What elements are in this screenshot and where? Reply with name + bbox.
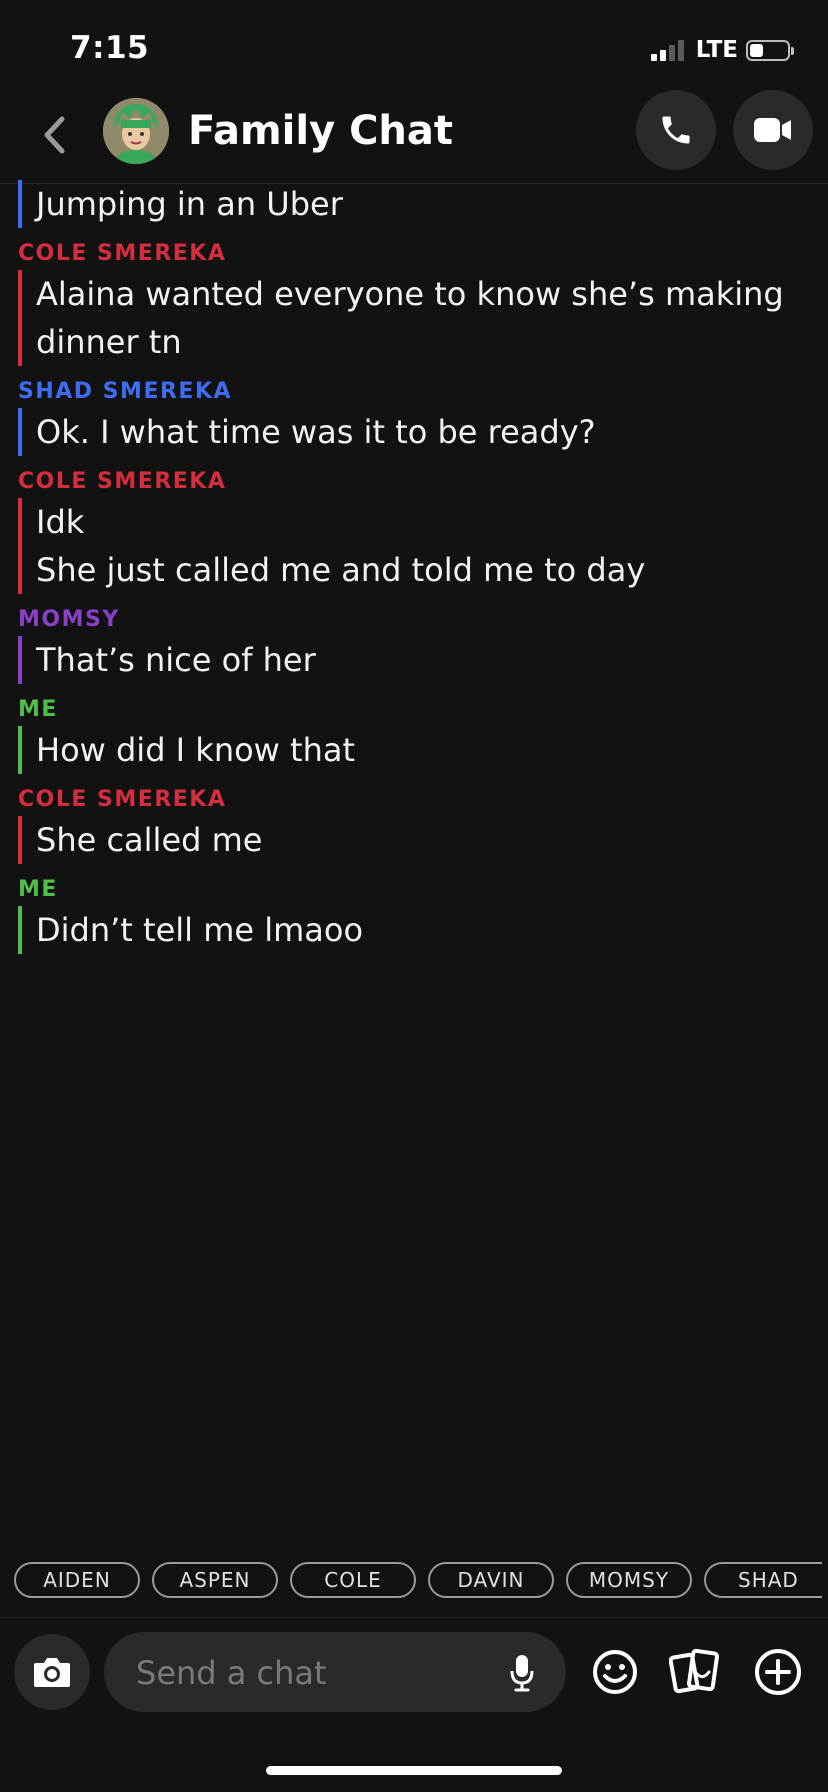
message-text: Didn’t tell me lmaoo [36, 911, 364, 949]
chat-header: Family Chat [0, 88, 828, 184]
message-text: She called me [36, 821, 263, 859]
message-group: ME How did I know that [0, 694, 828, 774]
plus-circle-icon [755, 1649, 801, 1695]
message-group: Jumping in an Uber [0, 180, 828, 228]
smiley-icon [593, 1650, 637, 1694]
sender-name: ME [18, 877, 58, 902]
message-bubble[interactable]: Alaina wanted everyone to know she’s mak… [18, 270, 828, 366]
bitmoji-avatar-icon [103, 98, 169, 164]
sender-name: COLE SMEREKA [18, 469, 227, 494]
mention-chip[interactable]: COLE [290, 1562, 416, 1598]
plus-button[interactable] [748, 1642, 808, 1702]
message-text: dinner tn [36, 323, 182, 361]
signal-icon [650, 39, 684, 61]
message-group: MOMSY That’s nice of her [0, 604, 828, 684]
message-text: That’s nice of her [36, 641, 316, 679]
camera-icon [34, 1658, 70, 1687]
message-group: ME Didn’t tell me lmaoo [0, 874, 828, 954]
sender-name: MOMSY [18, 607, 120, 632]
video-camera-icon [754, 118, 791, 142]
mention-chip[interactable]: MOMSY [566, 1562, 692, 1598]
message-bubble[interactable]: Idk She just called me and told me to day [18, 498, 828, 594]
mention-chips: AIDEN ASPEN COLE DAVIN MOMSY SHAD [14, 1562, 828, 1602]
message-text: Idk [36, 503, 85, 541]
network-type: LTE [695, 37, 738, 63]
message-bubble[interactable]: How did I know that [18, 726, 828, 774]
avatar[interactable] [103, 98, 169, 164]
home-indicator [266, 1766, 562, 1775]
cards-button[interactable] [665, 1642, 725, 1702]
status-time: 7:15 [70, 30, 150, 66]
battery-icon [746, 39, 794, 61]
phone-icon [662, 116, 690, 144]
microphone-icon [510, 1655, 534, 1692]
message-group: COLE SMEREKA Idk She just called me and to… [0, 466, 828, 594]
message-text: Alaina wanted everyone to know she’s mak… [36, 275, 784, 313]
message-text: How did I know that [36, 731, 355, 769]
chat-input-field[interactable] [104, 1632, 566, 1714]
input-bar [0, 1630, 828, 1714]
message-bubble[interactable]: She called me [18, 816, 828, 864]
chat-input[interactable] [134, 1632, 498, 1714]
camera-button[interactable] [14, 1634, 90, 1710]
chevron-left-icon [44, 116, 65, 154]
sender-name: SHAD SMEREKA [18, 379, 233, 404]
message-text: Jumping in an Uber [36, 185, 343, 223]
mention-chip[interactable]: SHAD [704, 1562, 822, 1598]
message-bubble[interactable]: Jumping in an Uber [18, 180, 828, 228]
message-group: COLE SMEREKA She called me [0, 784, 828, 864]
status-indicators: LTE [650, 37, 794, 63]
battery-level [750, 43, 763, 57]
video-call-button[interactable] [733, 90, 813, 170]
sender-name: COLE SMEREKA [18, 241, 227, 266]
message-bubble[interactable]: That’s nice of her [18, 636, 828, 684]
message-bubble[interactable]: Ok. I what time was it to be ready? [18, 408, 828, 456]
sender-name: COLE SMEREKA [18, 787, 227, 812]
sender-name: ME [18, 697, 58, 722]
message-list: Jumping in an Uber COLE SMEREKA Alaina wan… [0, 180, 828, 954]
status-bar: 7:15 LTE [0, 0, 828, 100]
message-group: SHAD SMEREKA Ok. I what time was it to be… [0, 376, 828, 456]
mention-chip[interactable]: AIDEN [14, 1562, 140, 1598]
message-text: She just called me and told me to day [36, 551, 646, 589]
message-bubble[interactable]: Didn’t tell me lmaoo [18, 906, 828, 954]
voice-call-button[interactable] [636, 90, 716, 170]
divider [0, 1617, 828, 1618]
mention-chip[interactable]: ASPEN [152, 1562, 278, 1598]
message-text: Ok. I what time was it to be ready? [36, 413, 596, 451]
mention-chip[interactable]: DAVIN [428, 1562, 554, 1598]
cards-icon [669, 1648, 720, 1694]
chat-title[interactable]: Family Chat [188, 108, 453, 154]
microphone-button[interactable] [502, 1650, 542, 1696]
back-button[interactable] [34, 110, 74, 160]
message-group: COLE SMEREKA Alaina wanted everyone to kn… [0, 238, 828, 366]
emoji-button[interactable] [585, 1642, 645, 1702]
